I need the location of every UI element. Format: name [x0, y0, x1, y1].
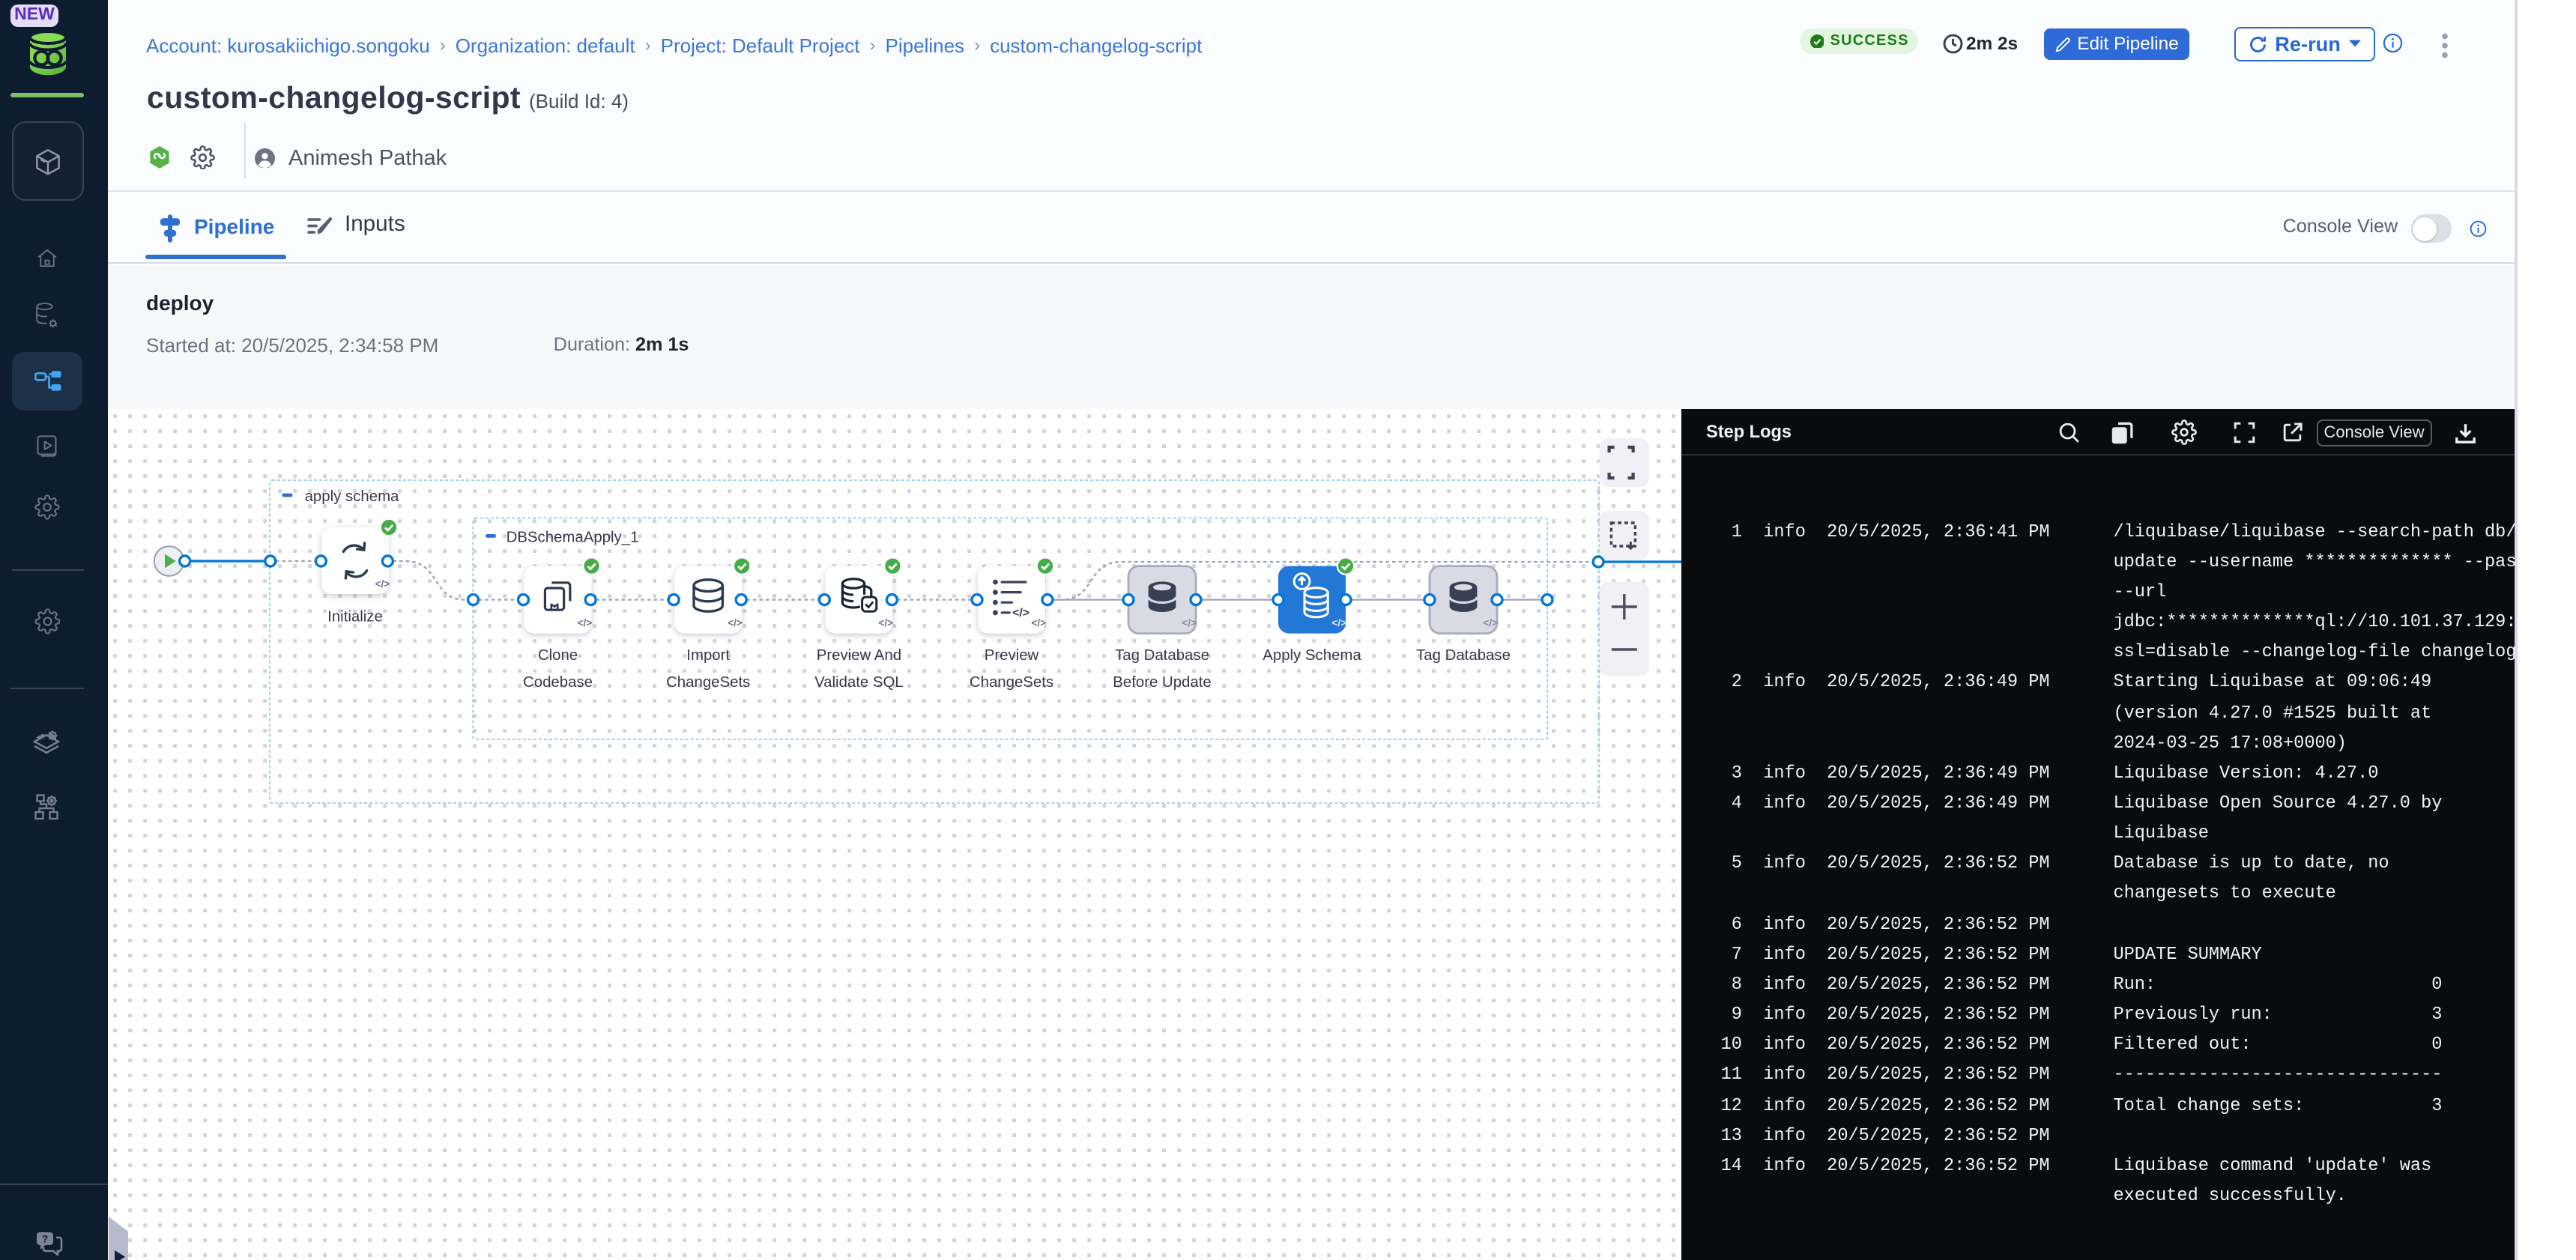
- svg-text:Import: Import: [686, 647, 730, 664]
- svg-text:</>: </>: [578, 617, 593, 629]
- svg-text:</>: </>: [878, 617, 893, 629]
- svg-text:Preview And: Preview And: [817, 647, 901, 664]
- svg-text:</>: </>: [1031, 617, 1046, 629]
- svg-text:Before Update: Before Update: [1113, 674, 1212, 691]
- svg-text:</>: </>: [375, 578, 390, 590]
- svg-text:ChangeSets: ChangeSets: [970, 674, 1053, 691]
- svg-text:DBSchemaApply_1: DBSchemaApply_1: [507, 530, 639, 546]
- svg-text:apply schema: apply schema: [305, 488, 399, 505]
- svg-text:</>: </>: [1182, 617, 1197, 629]
- svg-text:Tag Database: Tag Database: [1416, 647, 1511, 664]
- svg-text:</>: </>: [728, 617, 743, 629]
- svg-text:Preview: Preview: [985, 647, 1039, 664]
- svg-text:Apply Schema: Apply Schema: [1263, 647, 1361, 664]
- svg-text:Initialize: Initialize: [327, 608, 383, 625]
- svg-text:Tag Database: Tag Database: [1115, 647, 1209, 664]
- svg-text:Codebase: Codebase: [523, 674, 593, 691]
- svg-text:Validate SQL: Validate SQL: [814, 674, 904, 691]
- svg-text:Clone: Clone: [538, 647, 578, 664]
- svg-text:</>: </>: [1012, 607, 1030, 620]
- svg-text:ChangeSets: ChangeSets: [666, 674, 750, 691]
- svg-text:?: ?: [43, 1232, 49, 1244]
- svg-text:</>: </>: [1331, 617, 1346, 629]
- svg-text:</>: </>: [1483, 617, 1498, 629]
